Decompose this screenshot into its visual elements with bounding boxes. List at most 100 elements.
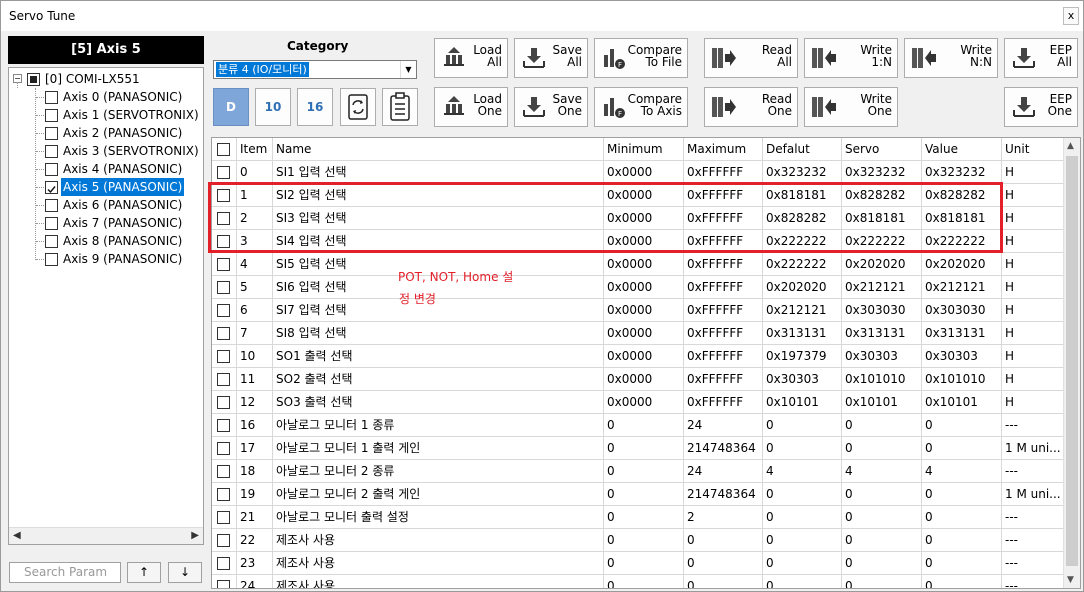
tree-axis-1[interactable]: Axis 1 (SERVOTRONIX): [9, 106, 203, 124]
row-checkbox[interactable]: [217, 419, 230, 432]
read-one-button[interactable]: Read One: [704, 87, 798, 127]
tree-axis-0[interactable]: Axis 0 (PANASONIC): [9, 88, 203, 106]
tree-root[interactable]: − [0] COMI-LX551: [9, 70, 203, 88]
table-row[interactable]: 12 SO3 출력 선택 0x0000 0xFFFFFF 0x10101 0x10101 0…: [212, 391, 1068, 414]
table-row[interactable]: 0 SI1 입력 선택 0x0000 0xFFFFFF 0x323232 0x323232…: [212, 161, 1068, 184]
table-row[interactable]: 19 아날로그 모니터 2 출력 게인 0 214748364 0 0 0 1 M uni..…: [212, 483, 1068, 506]
row-checkbox[interactable]: [217, 189, 230, 202]
table-row[interactable]: 4 SI5 입력 선택 0x0000 0xFFFFFF 0x222222 0x202020…: [212, 253, 1068, 276]
save-one-button[interactable]: Save One: [514, 87, 588, 127]
axis-checkbox[interactable]: [45, 127, 58, 140]
header-select-all[interactable]: [212, 138, 237, 161]
row-checkbox[interactable]: [217, 350, 230, 363]
column-header-value[interactable]: Value: [922, 138, 1002, 161]
write-1n-button[interactable]: Write 1:N: [804, 38, 898, 78]
cell-servo[interactable]: 0x313131: [842, 322, 922, 345]
row-select-cell[interactable]: [212, 345, 237, 368]
cell-servo[interactable]: 0x323232: [842, 161, 922, 184]
cell-servo[interactable]: 0x303030: [842, 299, 922, 322]
tree-horizontal-scrollbar[interactable]: ◀ ▶: [9, 527, 203, 544]
row-select-cell[interactable]: [212, 391, 237, 414]
refresh-button[interactable]: [340, 88, 376, 126]
row-select-cell[interactable]: [212, 460, 237, 483]
row-checkbox[interactable]: [217, 235, 230, 248]
table-row[interactable]: 16 아날로그 모니터 1 종류 0 24 0 0 0 ---: [212, 414, 1068, 437]
row-select-cell[interactable]: [212, 299, 237, 322]
table-row[interactable]: 22 제조사 사용 0 0 0 0 0 ---: [212, 529, 1068, 552]
row-select-cell[interactable]: [212, 414, 237, 437]
row-checkbox[interactable]: [217, 373, 230, 386]
cell-servo[interactable]: 0x10101: [842, 391, 922, 414]
tree-axis-5[interactable]: Axis 5 (PANASONIC): [9, 178, 203, 196]
table-row[interactable]: 11 SO2 출력 선택 0x0000 0xFFFFFF 0x30303 0x101010…: [212, 368, 1068, 391]
row-checkbox[interactable]: [217, 511, 230, 524]
axis-tree[interactable]: − [0] COMI-LX551 ◀ ▶ Axis 0 (PANASONIC) A…: [8, 67, 204, 545]
chevron-down-icon[interactable]: ▼: [400, 61, 416, 78]
compare-to-axis-button[interactable]: F Compare To Axis: [594, 87, 688, 127]
table-row[interactable]: 21 아날로그 모니터 출력 설정 0 2 0 0 0 ---: [212, 506, 1068, 529]
scroll-down-icon[interactable]: ▼: [1067, 575, 1074, 585]
column-header-name[interactable]: Name: [273, 138, 604, 161]
table-row[interactable]: 23 제조사 사용 0 0 0 0 0 ---: [212, 552, 1068, 575]
radix-16-button[interactable]: 16: [297, 88, 333, 126]
close-button[interactable]: x: [1063, 7, 1079, 25]
cell-servo[interactable]: 0x101010: [842, 368, 922, 391]
cell-servo[interactable]: 0x30303: [842, 345, 922, 368]
cell-servo[interactable]: 0: [842, 414, 922, 437]
axis-checkbox[interactable]: [45, 91, 58, 104]
row-checkbox[interactable]: [217, 258, 230, 271]
cell-servo[interactable]: 0x828282: [842, 184, 922, 207]
cell-servo[interactable]: 0x212121: [842, 276, 922, 299]
column-header-item[interactable]: Item: [237, 138, 273, 161]
axis-checkbox[interactable]: [45, 199, 58, 212]
table-row[interactable]: 3 SI4 입력 선택 0x0000 0xFFFFFF 0x222222 0x222222…: [212, 230, 1068, 253]
row-select-cell[interactable]: [212, 368, 237, 391]
root-checkbox[interactable]: [27, 73, 40, 86]
row-select-cell[interactable]: [212, 276, 237, 299]
eep-one-button[interactable]: EEP One: [1004, 87, 1078, 127]
cell-servo[interactable]: 0x202020: [842, 253, 922, 276]
axis-checkbox[interactable]: [45, 109, 58, 122]
row-checkbox[interactable]: [217, 442, 230, 455]
row-select-cell[interactable]: [212, 207, 237, 230]
category-select[interactable]: 분류 4 (IO/모니터) ▼: [213, 60, 417, 79]
column-header-maximum[interactable]: Maximum: [684, 138, 763, 161]
search-param-input[interactable]: Search Param: [9, 562, 121, 583]
row-select-cell[interactable]: [212, 506, 237, 529]
scroll-up-icon[interactable]: ▲: [1067, 141, 1074, 151]
table-row[interactable]: 7 SI8 입력 선택 0x0000 0xFFFFFF 0x313131 0x313131…: [212, 322, 1068, 345]
column-header-unit[interactable]: Unit: [1002, 138, 1068, 161]
radix-10-button[interactable]: 10: [255, 88, 291, 126]
row-select-cell[interactable]: [212, 529, 237, 552]
row-checkbox[interactable]: [217, 327, 230, 340]
column-header-defalut[interactable]: Defalut: [763, 138, 842, 161]
tree-axis-4[interactable]: Axis 4 (PANASONIC): [9, 160, 203, 178]
parameter-grid[interactable]: Item Name Minimum Maximum Defalut Servo Value U…: [211, 137, 1081, 589]
cell-servo[interactable]: 0x818181: [842, 207, 922, 230]
row-checkbox[interactable]: [217, 465, 230, 478]
cell-servo[interactable]: 0: [842, 575, 922, 588]
axis-checkbox[interactable]: [45, 145, 58, 158]
row-select-cell[interactable]: [212, 483, 237, 506]
tree-axis-6[interactable]: Axis 6 (PANASONIC): [9, 196, 203, 214]
axis-checkbox[interactable]: [45, 217, 58, 230]
cell-servo[interactable]: 0: [842, 552, 922, 575]
select-all-checkbox[interactable]: [217, 143, 230, 156]
row-select-cell[interactable]: [212, 161, 237, 184]
table-row[interactable]: 1 SI2 입력 선택 0x0000 0xFFFFFF 0x818181 0x828282…: [212, 184, 1068, 207]
cell-servo[interactable]: 0: [842, 529, 922, 552]
axis-checkbox[interactable]: [45, 235, 58, 248]
scroll-right-icon[interactable]: ▶: [191, 530, 199, 541]
column-header-servo[interactable]: Servo: [842, 138, 922, 161]
table-row[interactable]: 6 SI7 입력 선택 0x0000 0xFFFFFF 0x212121 0x303030…: [212, 299, 1068, 322]
row-select-cell[interactable]: [212, 552, 237, 575]
table-row[interactable]: 18 아날로그 모니터 2 종류 0 24 4 4 4 ---: [212, 460, 1068, 483]
column-header-minimum[interactable]: Minimum: [604, 138, 684, 161]
tree-axis-8[interactable]: Axis 8 (PANASONIC): [9, 232, 203, 250]
table-row[interactable]: 24 제조사 사용 0 0 0 0 0 ---: [212, 575, 1068, 588]
axis-checkbox[interactable]: [45, 163, 58, 176]
cell-servo[interactable]: 4: [842, 460, 922, 483]
row-select-cell[interactable]: [212, 230, 237, 253]
tree-axis-2[interactable]: Axis 2 (PANASONIC): [9, 124, 203, 142]
table-row[interactable]: 2 SI3 입력 선택 0x0000 0xFFFFFF 0x828282 0x818181…: [212, 207, 1068, 230]
